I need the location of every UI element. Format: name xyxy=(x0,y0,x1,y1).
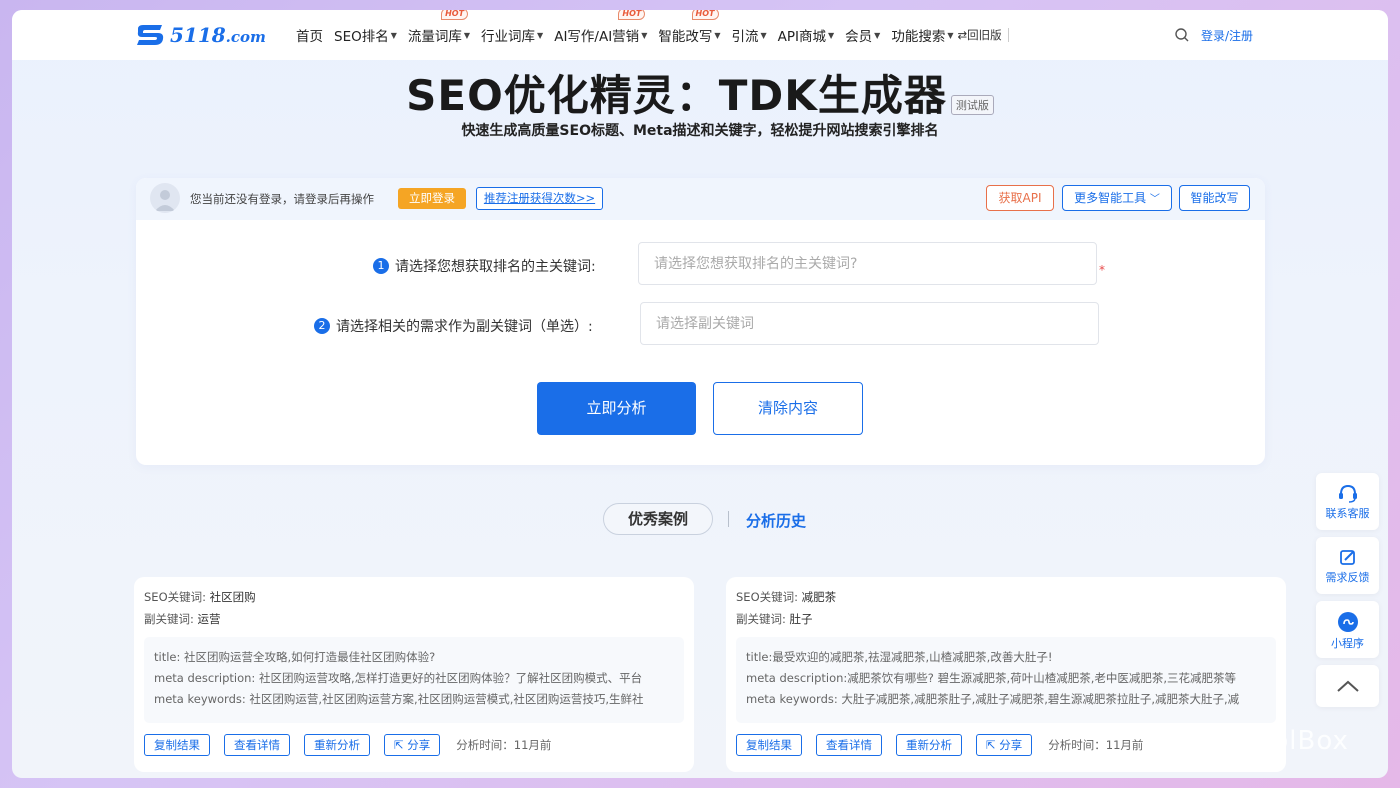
tab-divider xyxy=(728,511,729,527)
search-icon[interactable] xyxy=(1174,27,1190,43)
hot-badge: HOT xyxy=(618,10,646,20)
smart-rewrite-button[interactable]: 智能改写 xyxy=(1179,185,1250,211)
analysis-time: 分析时间：11月前 xyxy=(1048,738,1144,752)
chevron-down-icon: ▼ xyxy=(714,30,721,40)
edit-icon xyxy=(1339,550,1355,565)
share-button[interactable]: ⇱ 分享 xyxy=(384,734,441,756)
chevron-down-icon: ▼ xyxy=(874,30,881,40)
chevron-down-icon: ▼ xyxy=(641,30,648,40)
nav-item-industry-words[interactable]: 行业词库 ▼ xyxy=(481,25,543,45)
user-icon xyxy=(155,190,175,211)
result-title: title:最受欢迎的减肥茶,祛湿减肥茶,山楂减肥茶,改善大肚子! xyxy=(746,650,1053,664)
share-icon: ⇱ xyxy=(394,738,404,752)
example-actions: 复制结果 查看详情 重新分析 ⇱ 分享 分析时间：11月前 xyxy=(736,734,1143,756)
mini-program-icon xyxy=(1337,612,1358,632)
hot-badge: HOT xyxy=(691,10,719,20)
seo-keyword-line: SEO关键词: 减肥茶 xyxy=(736,590,837,604)
nav-item-feature-search[interactable]: 功能搜索 ▼ xyxy=(891,25,953,45)
seo-keyword-line: SEO关键词: 社区团购 xyxy=(144,590,256,604)
register-bonus-link[interactable]: 推荐注册获得次数>> xyxy=(476,187,603,210)
tab-cases[interactable]: 优秀案例 xyxy=(603,503,713,535)
result-keywords: meta keywords: 大肚子减肥茶,减肥茶肚子,减肚子减肥茶,碧生源减肥… xyxy=(746,692,1240,706)
old-version-link[interactable]: ⇄回旧版 xyxy=(957,27,1001,43)
tdk-form-card: 您当前还没有登录，请登录后再操作 立即登录 推荐注册获得次数>> 获取API 更… xyxy=(136,178,1265,465)
result-keywords: meta keywords: 社区团购运营,社区团购运营方案,社区团购运营模式,… xyxy=(154,692,644,706)
watermark-logo-icon xyxy=(1171,729,1209,753)
example-result: title: 社区团购运营全攻略,如何打造最佳社区团购体验? meta desc… xyxy=(144,637,684,723)
view-detail-button[interactable]: 查看详情 xyxy=(816,734,882,756)
nav-item-ai-writing[interactable]: AI写作/AI营销 ▼ HOT xyxy=(554,10,648,45)
chevron-up-icon xyxy=(1336,680,1359,692)
top-navbar: 5118.com 首页 SEO排名 ▼ 流量词库 ▼ HOT 行业词库 ▼ AI写作/A… xyxy=(12,10,1388,60)
logo-icon xyxy=(137,25,164,45)
get-api-button[interactable]: 获取API xyxy=(986,185,1054,211)
main-keyword-label: 1 请选择您想获取排名的主关键词: xyxy=(373,256,596,276)
view-detail-button[interactable]: 查看详情 xyxy=(224,734,290,756)
share-button[interactable]: ⇱ 分享 xyxy=(976,734,1033,756)
reanalyze-button[interactable]: 重新分析 xyxy=(304,734,370,756)
chevron-down-icon: ▼ xyxy=(760,30,767,40)
reanalyze-button[interactable]: 重新分析 xyxy=(896,734,962,756)
chevron-down-icon: ▼ xyxy=(463,30,471,40)
login-hint-text: 您当前还没有登录，请登录后再操作 xyxy=(190,192,374,206)
nav-item-traffic-words[interactable]: 流量词库 ▼ HOT xyxy=(408,10,471,45)
sub-keyword-label: 2 请选择相关的需求作为副关键词（单选）: xyxy=(314,316,593,336)
sub-keyword-line: 副关键词: 肚子 xyxy=(736,612,813,626)
nav-item-traffic[interactable]: 引流 ▼ xyxy=(732,25,767,45)
chevron-down-icon: ▼ xyxy=(828,30,835,40)
beta-badge: 测试版 xyxy=(950,94,994,115)
clear-button[interactable]: 清除内容 xyxy=(713,382,863,435)
chevron-down-icon: ▼ xyxy=(947,30,954,40)
more-tools-button[interactable]: 更多智能工具 ﹀ xyxy=(1062,185,1172,211)
page-subtitle: 快速生成高质量SEO标题、Meta描述和关键字，轻松提升网站搜索引擎排名 xyxy=(461,123,939,139)
chevron-down-icon: ▼ xyxy=(537,30,544,40)
back-to-top-button[interactable] xyxy=(1316,665,1379,707)
nav-divider xyxy=(1007,28,1009,42)
tab-history[interactable]: 分析历史 xyxy=(746,510,806,531)
sub-keyword-input[interactable] xyxy=(640,302,1099,345)
browser-frame: 5118.com 首页 SEO排名 ▼ 流量词库 ▼ HOT 行业词库 ▼ AI写作/A… xyxy=(12,10,1388,778)
page-title: SEO优化精灵：TDK生成器 测试版 xyxy=(12,62,1388,123)
share-icon: ⇱ xyxy=(986,738,996,752)
avatar xyxy=(150,183,180,213)
login-now-button[interactable]: 立即登录 xyxy=(398,188,466,209)
analysis-time: 分析时间：11月前 xyxy=(456,738,552,752)
example-actions: 复制结果 查看详情 重新分析 ⇱ 分享 分析时间：11月前 xyxy=(144,734,551,756)
example-result: title:最受欢迎的减肥茶,祛湿减肥茶,山楂减肥茶,改善大肚子! meta d… xyxy=(736,637,1276,723)
required-mark: * xyxy=(1099,263,1105,277)
login-register-link[interactable]: 登录/注册 xyxy=(1201,27,1253,44)
analyze-button[interactable]: 立即分析 xyxy=(537,382,696,435)
logo-text: 5118.com xyxy=(170,23,266,47)
site-logo[interactable]: 5118.com xyxy=(134,22,266,48)
result-description: meta description:减肥茶饮有哪些? 碧生源减肥茶,荷叶山楂减肥茶… xyxy=(746,671,1237,685)
sub-keyword-line: 副关键词: 运营 xyxy=(144,612,221,626)
contact-service-button[interactable]: 联系客服 xyxy=(1316,473,1379,530)
nav-item-home[interactable]: 首页 xyxy=(296,25,323,45)
mini-program-button[interactable]: 小程序 xyxy=(1316,601,1379,658)
step-number-badge: 1 xyxy=(373,258,389,274)
step-number-badge: 2 xyxy=(314,318,330,334)
nav-menu: 首页 SEO排名 ▼ 流量词库 ▼ HOT 行业词库 ▼ AI写作/AI营销 ▼ HOT 智… xyxy=(296,10,1009,60)
nav-item-seo-rank[interactable]: SEO排名 ▼ xyxy=(334,25,397,45)
watermark: AiToolBox xyxy=(1170,726,1349,756)
feedback-button[interactable]: 需求反馈 xyxy=(1316,537,1379,594)
result-description: meta description: 社区团购运营攻略,怎样打造更好的社区团购体验… xyxy=(154,671,643,685)
hot-badge: HOT xyxy=(441,10,469,20)
chevron-down-icon: ﹀ xyxy=(1149,194,1160,205)
nav-item-smart-rewrite[interactable]: 智能改写 ▼ HOT xyxy=(658,10,721,45)
headset-icon xyxy=(1338,484,1357,503)
main-keyword-input[interactable] xyxy=(638,242,1097,285)
result-title: title: 社区团购运营全攻略,如何打造最佳社区团购体验? xyxy=(154,650,436,664)
copy-result-button[interactable]: 复制结果 xyxy=(144,734,210,756)
nav-item-api-store[interactable]: API商城 ▼ xyxy=(778,25,835,45)
card-header: 您当前还没有登录，请登录后再操作 立即登录 推荐注册获得次数>> 获取API 更… xyxy=(136,178,1265,220)
example-card: SEO关键词: 社区团购 副关键词: 运营 title: 社区团购运营全攻略,如… xyxy=(134,577,694,772)
nav-item-membership[interactable]: 会员 ▼ xyxy=(845,25,880,45)
chevron-down-icon: ▼ xyxy=(390,30,397,40)
copy-result-button[interactable]: 复制结果 xyxy=(736,734,802,756)
